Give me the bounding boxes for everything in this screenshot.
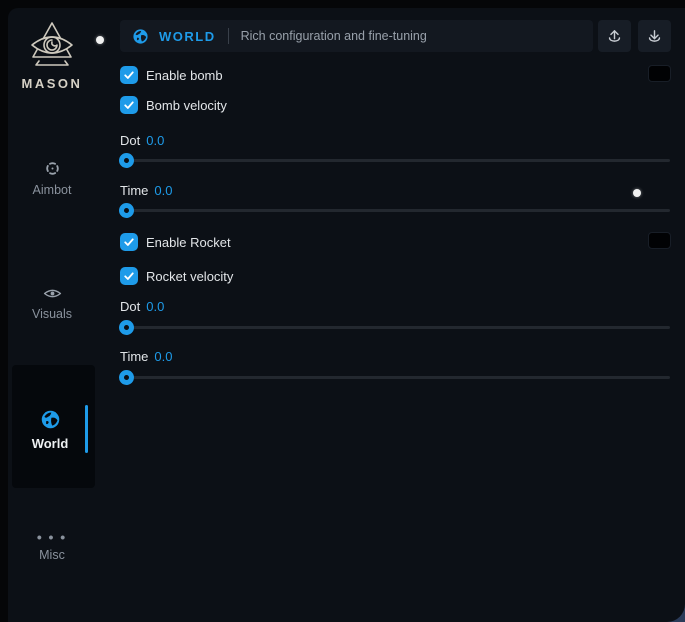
slider-name: Dot [120, 133, 140, 148]
checkmark-icon [123, 236, 135, 248]
page-title: WORLD [159, 29, 216, 44]
enable-rocket-row: Enable Rocket [120, 233, 231, 251]
checkmark-icon [123, 69, 135, 81]
bomb-dot-slider[interactable] [120, 159, 670, 162]
rocket-velocity-checkbox[interactable] [120, 267, 138, 285]
download-config-button[interactable] [638, 20, 671, 52]
eye-triangle-icon [26, 20, 78, 72]
sidebar-item-misc[interactable]: • • • Misc [8, 532, 96, 562]
checkbox-label: Enable bomb [146, 68, 223, 83]
bomb-velocity-checkbox[interactable] [120, 96, 138, 114]
slider-value: 0.0 [154, 349, 172, 364]
header-divider [228, 28, 229, 44]
bomb-color-swatch[interactable] [648, 65, 671, 82]
rocket-time-slider-label: Time 0.0 [120, 349, 172, 364]
cursor-dot [96, 36, 104, 44]
sidebar-item-label: Visuals [8, 307, 96, 321]
enable-bomb-checkbox[interactable] [120, 66, 138, 84]
enable-bomb-row: Enable bomb [120, 66, 223, 84]
bomb-dot-slider-label: Dot 0.0 [120, 133, 164, 148]
bomb-time-slider[interactable] [120, 209, 670, 212]
cursor-dot [633, 189, 641, 197]
sidebar-item-world[interactable]: World [12, 365, 95, 488]
slider-value: 0.0 [154, 183, 172, 198]
enable-rocket-checkbox[interactable] [120, 233, 138, 251]
slider-value: 0.0 [146, 299, 164, 314]
checkbox-label: Bomb velocity [146, 98, 227, 113]
checkmark-icon [123, 99, 135, 111]
download-icon [646, 28, 663, 45]
ellipsis-icon: • • • [8, 532, 96, 542]
slider-thumb[interactable] [119, 203, 134, 218]
slider-name: Dot [120, 299, 140, 314]
rocket-dot-slider[interactable] [120, 326, 670, 329]
slider-thumb[interactable] [119, 153, 134, 168]
slider-name: Time [120, 183, 148, 198]
sidebar-item-aimbot[interactable]: Aimbot [8, 160, 96, 197]
sidebar: MASON Aimbot Visuals [8, 8, 112, 622]
crosshair-icon [44, 160, 61, 177]
active-tab-indicator [85, 405, 88, 453]
checkmark-icon [123, 270, 135, 282]
sidebar-item-label: Aimbot [8, 183, 96, 197]
bomb-time-slider-label: Time 0.0 [120, 183, 172, 198]
slider-thumb[interactable] [119, 370, 134, 385]
sidebar-item-visuals[interactable]: Visuals [8, 286, 96, 321]
sidebar-item-label: World [12, 436, 88, 451]
slider-value: 0.0 [146, 133, 164, 148]
upload-config-button[interactable] [598, 20, 631, 52]
menu-panel: MASON Aimbot Visuals [8, 8, 685, 622]
rocket-dot-slider-label: Dot 0.0 [120, 299, 164, 314]
checkbox-label: Rocket velocity [146, 269, 233, 284]
eye-icon [43, 286, 62, 301]
slider-name: Time [120, 349, 148, 364]
brand-name: MASON [8, 76, 96, 91]
slider-thumb[interactable] [119, 320, 134, 335]
rocket-velocity-row: Rocket velocity [120, 267, 233, 285]
rocket-time-slider[interactable] [120, 376, 670, 379]
globe-icon [40, 409, 61, 430]
page-header: WORLD Rich configuration and fine-tuning [120, 20, 593, 52]
bomb-velocity-row: Bomb velocity [120, 96, 227, 114]
checkbox-label: Enable Rocket [146, 235, 231, 250]
rocket-color-swatch[interactable] [648, 232, 671, 249]
brand-logo: MASON [8, 20, 96, 91]
page-subtitle: Rich configuration and fine-tuning [241, 29, 427, 43]
upload-icon [606, 28, 623, 45]
globe-icon [132, 28, 149, 45]
sidebar-item-label: Misc [8, 548, 96, 562]
